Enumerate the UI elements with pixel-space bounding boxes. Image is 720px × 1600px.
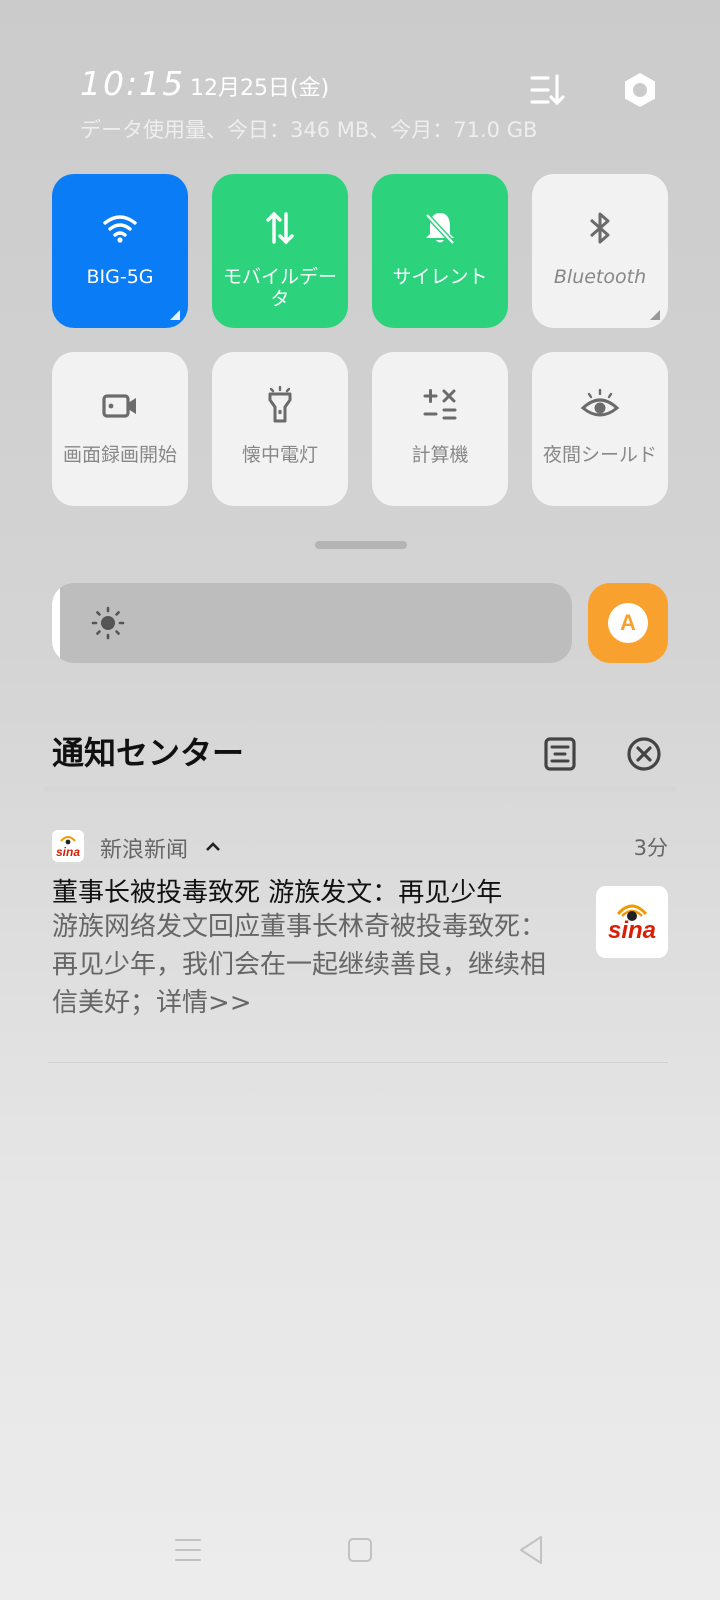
tile-label: BIG-5G	[86, 266, 154, 288]
tile-label: 夜間シールド	[542, 444, 657, 466]
notification-time: 3分	[633, 836, 668, 860]
tile-silent[interactable]: サイレント	[372, 174, 508, 328]
tile-mobile-data[interactable]: モバイルデータ	[212, 174, 348, 328]
notification-center-title: 通知センター	[52, 734, 245, 772]
tile-label: 懐中電灯	[241, 444, 318, 466]
svg-text:sina: sina	[56, 845, 80, 859]
tile-bluetooth[interactable]: Bluetooth	[532, 174, 668, 328]
manage-notifications-icon[interactable]	[540, 734, 580, 774]
notification-divider	[48, 1062, 668, 1063]
status-header: 10:15 12月25日(金) データ使用量、今日：346 MB、今月：71.0…	[0, 0, 720, 150]
home-icon[interactable]	[340, 1530, 380, 1570]
tile-calculator[interactable]: 計算機	[372, 352, 508, 506]
calculator-icon	[372, 386, 508, 426]
notification-center-divider	[44, 786, 676, 792]
notification-card[interactable]: sina 新浪新闻 3分 董事长被投毒致死 游族发文：再见少年 游族网络发文回应…	[0, 820, 720, 1065]
mobile-data-icon	[212, 208, 348, 248]
eye-icon	[532, 386, 668, 426]
navigation-bar	[0, 1530, 720, 1580]
wifi-icon	[52, 208, 188, 248]
tile-label: 画面録画開始	[62, 444, 177, 466]
brightness-fill	[52, 583, 60, 663]
date-label[interactable]: 12月25日(金)	[190, 70, 329, 102]
tile-label: サイレント	[392, 266, 488, 288]
tile-label: 計算機	[411, 444, 469, 466]
edit-tiles-icon[interactable]	[528, 70, 568, 110]
notification-app-name: 新浪新闻	[100, 838, 189, 863]
brightness-slider[interactable]	[52, 583, 572, 663]
screen-record-icon	[52, 386, 188, 426]
settings-icon[interactable]	[620, 70, 660, 110]
bluetooth-icon	[532, 208, 668, 248]
sun-icon	[88, 603, 128, 643]
tile-label: Bluetooth	[553, 266, 647, 288]
sina-logo-thumbnail: sina	[596, 886, 668, 958]
auto-brightness-button[interactable]: A	[588, 583, 668, 663]
tile-flashlight[interactable]: 懐中電灯	[212, 352, 348, 506]
clear-all-icon[interactable]	[624, 734, 664, 774]
sina-app-icon: sina	[52, 830, 84, 862]
clock: 10:15	[80, 64, 186, 103]
tile-wifi[interactable]: BIG-5G	[52, 174, 188, 328]
tile-night-shield[interactable]: 夜間シールド	[532, 352, 668, 506]
svg-text:sina: sina	[608, 917, 656, 944]
flashlight-icon	[212, 386, 348, 426]
back-icon[interactable]	[512, 1530, 552, 1570]
chevron-up-icon[interactable]	[204, 838, 222, 856]
expand-corner-icon	[170, 310, 180, 320]
tile-label: モバイルデータ	[222, 266, 337, 310]
notification-title: 董事长被投毒致死 游族发文：再见少年	[52, 878, 503, 908]
silent-bell-icon	[372, 208, 508, 248]
expand-corner-icon	[650, 310, 660, 320]
data-usage-text[interactable]: データ使用量、今日：346 MB、今月：71.0 GB	[80, 114, 537, 144]
auto-brightness-label: A	[608, 603, 648, 643]
tile-screen-record[interactable]: 画面録画開始	[52, 352, 188, 506]
notification-body: 游族网络发文回应董事长林奇被投毒致死：再见少年，我们会在一起继续善良，继续相信美…	[52, 912, 547, 1018]
menu-icon[interactable]	[168, 1530, 208, 1570]
panel-drag-handle[interactable]	[315, 541, 407, 549]
